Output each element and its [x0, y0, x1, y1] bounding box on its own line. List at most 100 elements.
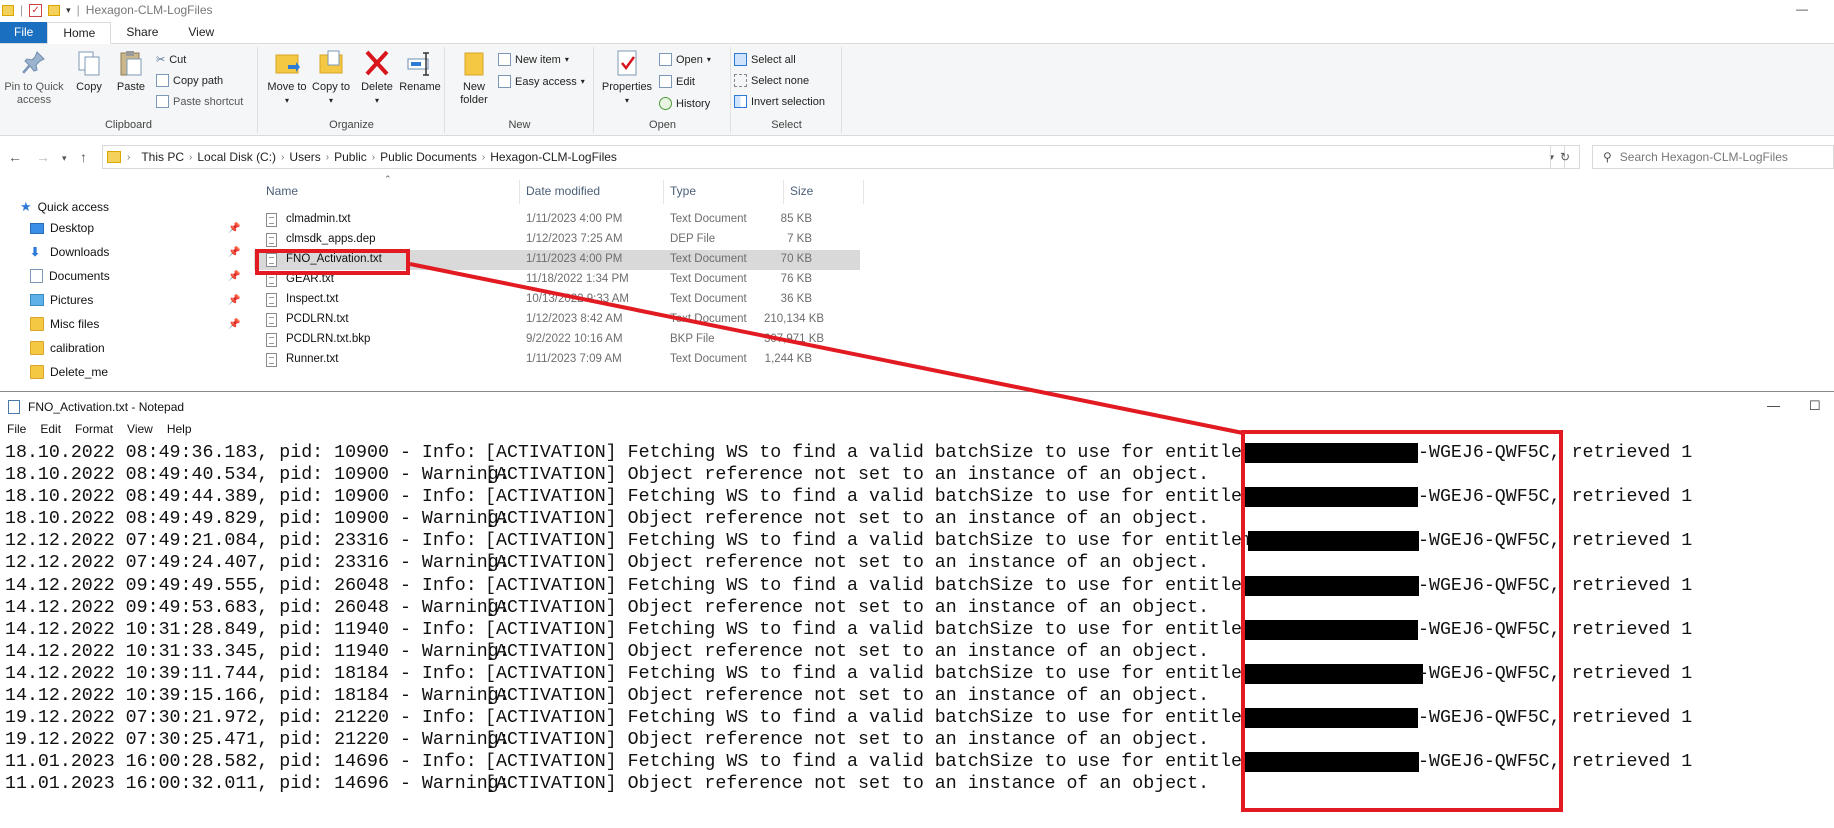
- invert-selection-button[interactable]: Invert selection: [734, 95, 825, 108]
- search-icon: ⚲: [1603, 150, 1612, 164]
- pin-icon[interactable]: 📌: [228, 247, 240, 258]
- nav-desktop-label: Desktop: [50, 221, 95, 235]
- open-button[interactable]: Open ▾: [659, 53, 711, 66]
- pin-icon[interactable]: 📌: [228, 295, 240, 306]
- file-date: 11/18/2022 1:34 PM: [526, 273, 629, 285]
- open-label: Open: [676, 53, 703, 66]
- menu-view[interactable]: View: [127, 422, 153, 442]
- highlight-box-entitlement-ids: [1241, 430, 1563, 812]
- column-divider[interactable]: [783, 180, 784, 204]
- easy-access-button[interactable]: Easy access ▾: [498, 75, 585, 88]
- copy-button[interactable]: Copy: [72, 49, 106, 94]
- copy-to-button[interactable]: Copy to ▾: [311, 49, 351, 107]
- column-header-size[interactable]: Size: [790, 184, 813, 198]
- breadcrumb-users[interactable]: Users: [284, 150, 325, 164]
- nav-desktop[interactable]: Desktop 📌: [30, 221, 240, 235]
- new-item-button[interactable]: New item ▾: [498, 53, 569, 66]
- file-row[interactable]: clmadmin.txt 1/11/2023 4:00 PM Text Docu…: [254, 210, 860, 230]
- history-button[interactable]: History: [659, 97, 710, 110]
- file-size: 85 KB: [780, 213, 812, 225]
- column-header-type[interactable]: Type: [670, 184, 696, 198]
- nav-quick-access[interactable]: ★ Quick access: [20, 199, 109, 215]
- pin-icon[interactable]: 📌: [228, 319, 240, 330]
- column-divider[interactable]: [519, 180, 520, 204]
- properties-checkmark-icon[interactable]: ✓: [29, 3, 43, 17]
- history-icon: [659, 97, 672, 110]
- star-icon: ★: [20, 199, 32, 214]
- recent-locations-chevron-icon[interactable]: ▾: [62, 153, 67, 164]
- tab-file[interactable]: File: [0, 22, 48, 43]
- nav-documents-label: Documents: [49, 269, 110, 283]
- nav-pictures[interactable]: Pictures 📌: [30, 293, 240, 307]
- select-all-button[interactable]: Select all: [734, 53, 796, 66]
- folder-icon: [30, 317, 44, 331]
- separator: |: [76, 3, 80, 17]
- paste-icon: [118, 49, 144, 77]
- back-arrow-icon[interactable]: ←: [8, 149, 22, 165]
- file-row[interactable]: Runner.txt 1/11/2023 7:09 AM Text Docume…: [254, 350, 860, 370]
- documents-icon: [30, 269, 43, 283]
- column-divider[interactable]: [663, 180, 664, 204]
- cut-button[interactable]: ✂ Cut: [156, 53, 186, 67]
- customize-toolbar-chevron-icon[interactable]: ▾: [66, 5, 71, 16]
- tab-view[interactable]: View: [173, 22, 229, 43]
- copy-path-button[interactable]: Copy path: [156, 74, 223, 87]
- file-date: 1/12/2023 8:42 AM: [526, 313, 623, 325]
- breadcrumb-hexagon-clm-logfiles[interactable]: Hexagon-CLM-LogFiles: [485, 150, 622, 164]
- menu-file[interactable]: File: [7, 422, 26, 442]
- nav-misc-files[interactable]: Misc files 📌: [30, 317, 240, 331]
- new-folder-icon[interactable]: [48, 4, 61, 16]
- explorer-titlebar: | ✓ ▾ | Hexagon-CLM-LogFiles —: [0, 0, 1834, 20]
- select-none-button[interactable]: Select none: [734, 74, 809, 87]
- properties-button[interactable]: Properties ▾: [599, 49, 655, 107]
- new-folder-button[interactable]: New folder: [454, 49, 494, 107]
- breadcrumb-public[interactable]: Public: [329, 150, 372, 164]
- paste-shortcut-button[interactable]: Paste shortcut: [156, 95, 243, 108]
- tab-share[interactable]: Share: [111, 22, 173, 43]
- nav-downloads[interactable]: ⬇ Downloads 📌: [30, 245, 240, 259]
- group-label-open: Open: [649, 119, 676, 131]
- menu-edit[interactable]: Edit: [40, 422, 61, 442]
- maximize-button[interactable]: ☐: [1809, 398, 1821, 414]
- move-to-button[interactable]: Move to ▾: [267, 49, 307, 107]
- forward-arrow-icon[interactable]: →: [36, 149, 50, 165]
- log-line-message: [ACTIVATION] Fetching WS to find a valid…: [485, 663, 1319, 684]
- delete-button[interactable]: Delete ▾: [359, 49, 395, 107]
- tab-home[interactable]: Home: [47, 22, 112, 44]
- paste-button[interactable]: Paste: [112, 49, 150, 94]
- log-line-prefix: 19.12.2022 07:30:25.471, pid: 21220 - Wa…: [5, 730, 521, 751]
- file-row[interactable]: PCDLRN.txt 1/12/2023 8:42 AM Text Docume…: [254, 310, 860, 330]
- minimize-button[interactable]: —: [1767, 398, 1780, 413]
- up-arrow-icon[interactable]: ↑: [80, 149, 87, 165]
- minimize-button[interactable]: —: [1796, 2, 1808, 16]
- file-row[interactable]: Inspect.txt 10/13/2022 9:33 AM Text Docu…: [254, 290, 860, 310]
- menu-help[interactable]: Help: [167, 422, 192, 442]
- pin-icon[interactable]: 📌: [228, 271, 240, 282]
- menu-format[interactable]: Format: [75, 422, 113, 442]
- file-row[interactable]: PCDLRN.txt.bkp 9/2/2022 10:16 AM BKP Fil…: [254, 330, 860, 350]
- rename-button[interactable]: Rename: [397, 49, 443, 94]
- edit-icon: [659, 75, 672, 88]
- edit-button[interactable]: Edit: [659, 75, 695, 88]
- breadcrumb-this-pc[interactable]: This PC: [136, 150, 189, 164]
- search-input[interactable]: ⚲ Search Hexagon-CLM-LogFiles: [1592, 145, 1834, 169]
- text-file-icon: [266, 353, 277, 367]
- nav-calibration[interactable]: calibration: [30, 341, 105, 355]
- pin-to-quick-access-button[interactable]: Pin to Quick access: [2, 49, 66, 107]
- file-row[interactable]: clmsdk_apps.dep 1/12/2023 7:25 AM DEP Fi…: [254, 230, 860, 250]
- column-divider[interactable]: [863, 180, 864, 204]
- nav-delete-me[interactable]: Delete_me: [30, 365, 108, 379]
- refresh-button[interactable]: ↻: [1550, 145, 1580, 169]
- invert-selection-label: Invert selection: [751, 95, 825, 108]
- invert-selection-icon: [734, 95, 747, 108]
- pin-icon[interactable]: 📌: [228, 223, 240, 234]
- address-bar[interactable]: › This PC › Local Disk (C:) › Users › Pu…: [102, 145, 1565, 169]
- column-header-name[interactable]: Name: [266, 184, 298, 198]
- select-none-label: Select none: [751, 74, 810, 87]
- breadcrumb-public-documents[interactable]: Public Documents: [375, 150, 482, 164]
- file-name: PCDLRN.txt: [286, 313, 349, 325]
- edit-label: Edit: [676, 75, 695, 88]
- breadcrumb-local-disk[interactable]: Local Disk (C:): [192, 150, 281, 164]
- nav-documents[interactable]: Documents 📌: [30, 269, 240, 283]
- column-header-date[interactable]: Date modified: [526, 184, 600, 198]
